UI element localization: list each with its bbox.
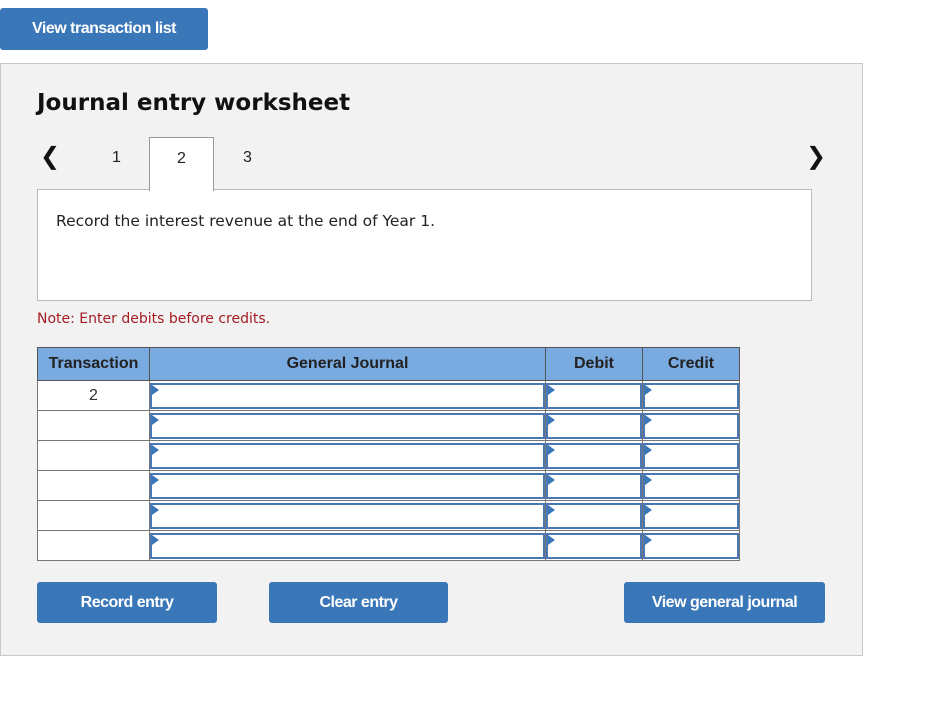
- journal-table: Transaction General Journal Debit Credit…: [37, 347, 740, 561]
- debit-input[interactable]: [546, 532, 642, 559]
- header-debit: Debit: [545, 347, 643, 381]
- transaction-cell: [37, 410, 150, 441]
- credit-input[interactable]: [643, 382, 739, 409]
- debit-input[interactable]: [546, 472, 642, 499]
- debit-cell: [545, 500, 643, 531]
- credit-cell: [642, 410, 740, 441]
- table-header-row: Transaction General Journal Debit Credit: [37, 347, 740, 381]
- debit-cell: [545, 470, 643, 501]
- header-credit: Credit: [642, 347, 740, 381]
- account-cell: [149, 410, 546, 441]
- table-row: [37, 470, 740, 501]
- tab-label: 2: [177, 150, 186, 167]
- account-input[interactable]: [150, 502, 545, 529]
- description-box: Record the interest revenue at the end o…: [37, 189, 812, 301]
- table-row: [37, 440, 740, 471]
- clear-entry-button[interactable]: Clear entry: [269, 582, 448, 623]
- credit-input[interactable]: [643, 442, 739, 469]
- debit-input[interactable]: [546, 502, 642, 529]
- credit-cell: [642, 380, 740, 411]
- tab-label: 1: [112, 149, 121, 166]
- table-row: [37, 530, 740, 561]
- credit-input[interactable]: [643, 532, 739, 559]
- credit-cell: [642, 440, 740, 471]
- debit-input[interactable]: [546, 382, 642, 409]
- debit-cell: [545, 530, 643, 561]
- credit-cell: [642, 500, 740, 531]
- chevron-left-icon[interactable]: ❮: [40, 142, 60, 170]
- debit-cell: [545, 440, 643, 471]
- view-transaction-list-button[interactable]: View transaction list: [0, 8, 208, 50]
- header-general-journal: General Journal: [149, 347, 546, 381]
- transaction-cell: [37, 440, 150, 471]
- worksheet-title: Journal entry worksheet: [37, 90, 351, 116]
- tab-3[interactable]: 3: [215, 137, 280, 191]
- credit-input[interactable]: [643, 502, 739, 529]
- tab-2[interactable]: 2: [149, 137, 214, 191]
- credit-cell: [642, 530, 740, 561]
- debit-cell: [545, 410, 643, 441]
- debit-input[interactable]: [546, 412, 642, 439]
- tab-1[interactable]: 1: [84, 137, 149, 191]
- note-text: Note: Enter debits before credits.: [37, 311, 271, 327]
- transaction-cell: [37, 500, 150, 531]
- credit-input[interactable]: [643, 412, 739, 439]
- table-row: [37, 500, 740, 531]
- transaction-cell: [37, 470, 150, 501]
- header-transaction: Transaction: [37, 347, 150, 381]
- account-cell: [149, 470, 546, 501]
- account-cell: [149, 530, 546, 561]
- account-input[interactable]: [150, 382, 545, 409]
- table-row: [37, 410, 740, 441]
- chevron-right-icon[interactable]: ❯: [806, 142, 826, 170]
- table-row: 2: [37, 380, 740, 411]
- debit-input[interactable]: [546, 442, 642, 469]
- transaction-cell: 2: [37, 380, 150, 411]
- account-cell: [149, 500, 546, 531]
- record-entry-button[interactable]: Record entry: [37, 582, 217, 623]
- tab-label: 3: [243, 149, 252, 166]
- account-input[interactable]: [150, 412, 545, 439]
- account-input[interactable]: [150, 532, 545, 559]
- view-general-journal-button[interactable]: View general journal: [624, 582, 825, 623]
- account-cell: [149, 380, 546, 411]
- transaction-cell: [37, 530, 150, 561]
- description-text: Record the interest revenue at the end o…: [56, 212, 436, 230]
- debit-cell: [545, 380, 643, 411]
- credit-input[interactable]: [643, 472, 739, 499]
- credit-cell: [642, 470, 740, 501]
- account-cell: [149, 440, 546, 471]
- account-input[interactable]: [150, 442, 545, 469]
- account-input[interactable]: [150, 472, 545, 499]
